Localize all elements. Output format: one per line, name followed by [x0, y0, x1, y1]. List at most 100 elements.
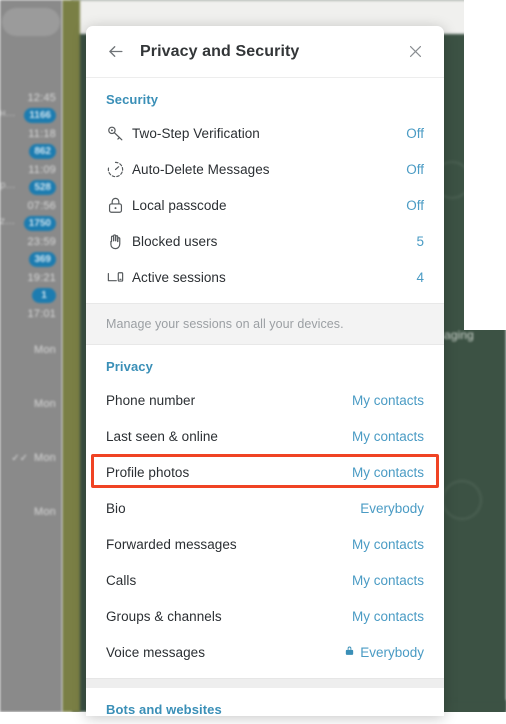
row-label: Local passcode	[132, 197, 227, 213]
auto-delete-timer-icon	[106, 160, 132, 179]
chat-list-item[interactable]: 12:45 н… 1166	[0, 92, 62, 128]
row-wrap: Voice messages Everybody	[86, 634, 444, 670]
row-forwarded-messages[interactable]: Forwarded messages My contacts	[86, 526, 444, 562]
row-active-sessions[interactable]: Active sessions 4	[86, 259, 444, 295]
chat-timestamp: Mon	[34, 398, 56, 410]
row-profile-photos[interactable]: Profile photos My contacts	[86, 454, 444, 490]
row-last-seen-online[interactable]: Last seen & online My contacts	[86, 418, 444, 454]
unread-badge: 1750	[23, 216, 56, 231]
row-label: Auto-Delete Messages	[132, 161, 270, 177]
row-blocked-users[interactable]: Blocked users 5	[86, 223, 444, 259]
unread-badge: 862	[29, 144, 56, 159]
row-label: Voice messages	[106, 644, 206, 660]
chat-timestamp: Mon	[34, 506, 56, 518]
chat-timestamp: 11:09	[28, 164, 56, 176]
row-wrap: Forwarded messages My contacts	[86, 526, 444, 562]
chat-preview: н…	[0, 108, 16, 119]
chat-list-item[interactable]: ✓✓ Mon	[0, 452, 62, 506]
arrow-left-icon	[108, 46, 123, 57]
chat-timestamp: 11:18	[28, 128, 56, 140]
security-section: Security Two-Step Verification Off Auto-…	[86, 78, 444, 303]
row-value: My contacts	[351, 428, 424, 444]
olive-divider-strip	[62, 0, 80, 712]
chat-list-item[interactable]: 11:09 p… 528	[0, 164, 62, 200]
chat-list-item[interactable]: 07:56 z… 1750	[0, 200, 62, 236]
chat-list-item[interactable]: 17:01	[0, 308, 62, 344]
panel-header: Privacy and Security	[86, 26, 444, 78]
row-value: My contacts	[351, 572, 424, 588]
row-auto-delete-messages[interactable]: Auto-Delete Messages Off	[86, 151, 444, 187]
row-wrap: Groups & channels My contacts	[86, 598, 444, 634]
row-value: Off	[406, 161, 424, 177]
row-value: Off	[406, 197, 424, 213]
bots-section-title: Bots and websites	[106, 702, 222, 716]
chat-timestamp: 23:59	[27, 236, 56, 248]
row-phone-number[interactable]: Phone number My contacts	[86, 382, 444, 418]
security-section-title: Security	[106, 92, 159, 107]
premium-lock-icon	[344, 644, 355, 660]
row-value: My contacts	[351, 464, 424, 480]
chat-timestamp: Mon	[34, 452, 56, 464]
chat-list-rows: 12:45 н… 1166 11:18 862 11:09 p… 528 07:…	[0, 92, 62, 560]
row-value: Off	[406, 125, 424, 141]
row-value: Everybody	[360, 500, 424, 516]
chat-list-item[interactable]: Mon	[0, 506, 62, 560]
row-calls[interactable]: Calls My contacts	[86, 562, 444, 598]
row-label: Blocked users	[132, 233, 218, 249]
chat-list-item[interactable]: 19:21 1	[0, 272, 62, 308]
row-value: My contacts	[351, 392, 424, 408]
row-wrap: Profile photos My contacts	[86, 454, 444, 490]
chat-timestamp: 12:45	[27, 92, 56, 104]
row-value-text: Everybody	[360, 644, 424, 660]
row-voice-messages[interactable]: Voice messages Everybody	[86, 634, 444, 670]
row-label: Groups & channels	[106, 608, 222, 624]
privacy-section-title: Privacy	[106, 359, 153, 374]
chat-list-column[interactable]: 12:45 н… 1166 11:18 862 11:09 p… 528 07:…	[0, 0, 62, 712]
hand-stop-icon	[106, 232, 132, 251]
row-two-step-verification[interactable]: Two-Step Verification Off	[86, 115, 444, 151]
row-label: Phone number	[106, 392, 196, 408]
chat-timestamp: 19:21	[27, 272, 56, 284]
telegram-desktop-window: 12:45 н… 1166 11:18 862 11:09 p… 528 07:…	[0, 0, 506, 724]
row-label: Two-Step Verification	[132, 125, 260, 141]
back-button[interactable]	[100, 37, 130, 67]
key-icon	[106, 124, 132, 143]
chat-preview: p…	[0, 180, 16, 191]
read-receipt-icon: ✓✓	[11, 453, 28, 464]
row-bio[interactable]: Bio Everybody	[86, 490, 444, 526]
privacy-section: Privacy Phone number My contacts Last se…	[86, 345, 444, 678]
row-label: Profile photos	[106, 464, 190, 480]
row-wrap: Last seen & online My contacts	[86, 418, 444, 454]
unread-badge: 1166	[24, 108, 56, 123]
row-value: Everybody	[344, 644, 424, 660]
sessions-hint: Manage your sessions on all your devices…	[86, 303, 444, 345]
chat-search-field[interactable]	[2, 8, 60, 36]
unread-badge: 369	[29, 252, 56, 267]
row-value: My contacts	[351, 608, 424, 624]
close-button[interactable]	[400, 37, 430, 67]
bots-and-websites-section: Bots and websites	[86, 688, 444, 716]
row-label: Forwarded messages	[106, 536, 237, 552]
chat-list-item[interactable]: 11:18 862	[0, 128, 62, 164]
page-title: Privacy and Security	[140, 42, 300, 60]
chat-list-item[interactable]: 23:59 369	[0, 236, 62, 272]
row-value: 5	[416, 233, 424, 249]
row-wrap: Phone number My contacts	[86, 382, 444, 418]
chat-timestamp: 17:01	[27, 308, 56, 320]
chat-preview: z…	[0, 216, 15, 227]
chat-list-item[interactable]: Mon	[0, 398, 62, 452]
row-groups-and-channels[interactable]: Groups & channels My contacts	[86, 598, 444, 634]
close-icon	[409, 45, 421, 58]
row-local-passcode[interactable]: Local passcode Off	[86, 187, 444, 223]
panel-body[interactable]: Security Two-Step Verification Off Auto-…	[86, 78, 444, 716]
unread-badge: 528	[29, 180, 56, 195]
row-label: Active sessions	[132, 269, 226, 285]
row-wrap: Calls My contacts	[86, 562, 444, 598]
chat-list-item[interactable]: Mon	[0, 344, 62, 398]
row-wrap: Bio Everybody	[86, 490, 444, 526]
row-label: Last seen & online	[106, 428, 218, 444]
chat-timestamp: 07:56	[27, 200, 56, 212]
privacy-and-security-panel: Privacy and Security Security Two-Step V…	[86, 26, 444, 716]
row-value: My contacts	[351, 536, 424, 552]
row-label: Calls	[106, 572, 137, 588]
